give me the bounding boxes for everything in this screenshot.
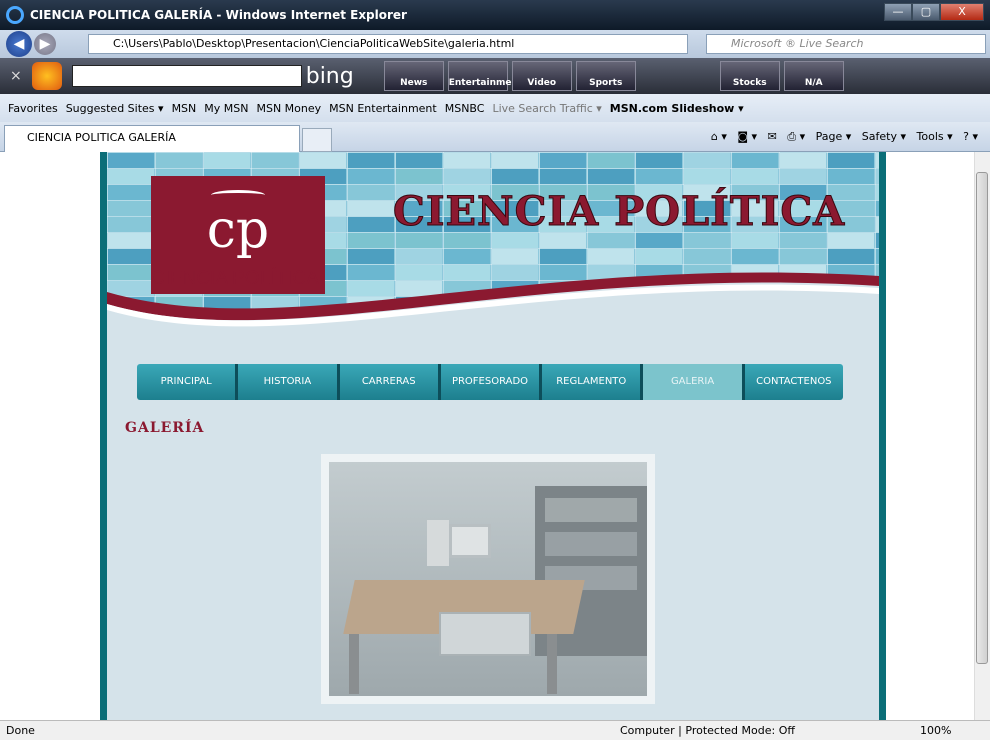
command-bar: ⌂ ▾ ◙ ▾ ✉ ⎙ ▾ Page ▾ Safety ▾ Tools ▾ ? … [711, 130, 978, 144]
zoom-level[interactable]: 100% [920, 721, 951, 740]
toolbar-close-icon[interactable]: × [10, 68, 22, 84]
entertainment-button[interactable]: Entertainment [447, 61, 522, 91]
forward-button[interactable]: ▶ [34, 33, 56, 55]
tools-menu[interactable]: Tools ▾ [917, 130, 953, 143]
bing-search-input[interactable] [71, 65, 302, 87]
security-zone[interactable]: Computer | Protected Mode: Off [620, 721, 795, 740]
tab-bar: CIENCIA POLITICA GALERÍA ⌂ ▾ ◙ ▾ ✉ ⎙ ▾ P… [0, 122, 990, 152]
fav-msn[interactable]: MSN [172, 102, 197, 115]
sports-button[interactable]: Sports [575, 61, 636, 91]
fav-msn-slideshow[interactable]: MSN.com Slideshow ▾ [610, 102, 744, 115]
nav-carreras[interactable]: Carreras [340, 364, 441, 400]
favorites-button[interactable]: Favorites [8, 102, 58, 115]
banner-title: CIENCIA POLÍTICA [392, 188, 846, 236]
scrollbar-thumb[interactable] [976, 172, 988, 664]
status-text: Done [6, 724, 35, 737]
logo-text: CIENCIA POLÍTICA [151, 268, 319, 289]
help-icon[interactable]: ? ▾ [963, 130, 978, 143]
mail-icon[interactable]: ✉ [768, 130, 777, 143]
ie-logo-icon [6, 6, 24, 24]
nav-reglamento[interactable]: Reglamento [542, 364, 644, 400]
gallery-photo-frame [321, 454, 655, 704]
feeds-icon[interactable]: ◙ ▾ [737, 130, 757, 143]
bing-toolbar: × bing News Entertainment Video Sports S… [0, 58, 990, 94]
nav-principal[interactable]: Principal [137, 364, 239, 400]
maximize-button[interactable]: ▢ [912, 3, 940, 21]
window-title: CIENCIA POLITICA GALERÍA - Windows Inter… [30, 8, 407, 22]
back-button[interactable]: ◀ [6, 31, 32, 57]
book-icon [211, 190, 265, 200]
nav-contactenos[interactable]: Contactenos [745, 364, 843, 400]
fav-my-msn[interactable]: My MSN [204, 102, 248, 115]
page-menu[interactable]: Page ▾ [816, 130, 852, 143]
new-tab-button[interactable] [302, 128, 332, 152]
close-button[interactable]: X [940, 3, 984, 21]
gallery-photo[interactable] [329, 462, 647, 696]
minimize-button[interactable]: — [884, 3, 912, 21]
logo-initials: cp [206, 200, 270, 260]
fav-live-search-traffic[interactable]: Live Search Traffic ▾ [492, 102, 601, 115]
nav-historia[interactable]: Historia [238, 364, 340, 400]
fav-msn-entertainment[interactable]: MSN Entertainment [329, 102, 437, 115]
nav-profesorado[interactable]: Profesorado [441, 364, 543, 400]
video-button[interactable]: Video [511, 61, 572, 91]
print-icon[interactable]: ⎙ ▾ [787, 130, 805, 143]
site-banner: cp CIENCIA POLÍTICA CIENCIA POLÍTICA [107, 152, 879, 342]
fav-suggested-sites[interactable]: Suggested Sites ▾ [66, 102, 164, 115]
home-icon[interactable]: ⌂ ▾ [711, 130, 727, 143]
stocks-value: N/A [783, 61, 844, 91]
url-input[interactable]: C:\Users\Pablo\Desktop\Presentacion\Cien… [88, 34, 688, 54]
search-input[interactable]: Microsoft ® Live Search [706, 34, 986, 54]
page-viewport: cp CIENCIA POLÍTICA CIENCIA POLÍTICA Pri… [0, 152, 974, 720]
msn-logo-icon [31, 62, 62, 90]
safety-menu[interactable]: Safety ▾ [862, 130, 906, 143]
section-title: GALERÍA [125, 420, 205, 436]
window-titlebar: CIENCIA POLITICA GALERÍA - Windows Inter… [0, 0, 990, 30]
fav-msn-money[interactable]: MSN Money [256, 102, 321, 115]
tab-galeria[interactable]: CIENCIA POLITICA GALERÍA [4, 125, 300, 152]
fav-msnbc[interactable]: MSNBC [445, 102, 485, 115]
favorites-bar: Favorites Suggested Sites ▾ MSN My MSN M… [0, 94, 990, 122]
site-page: cp CIENCIA POLÍTICA CIENCIA POLÍTICA Pri… [100, 152, 886, 720]
bing-logo[interactable]: bing [306, 64, 354, 89]
status-bar: Done Computer | Protected Mode: Off 100% [0, 720, 990, 740]
site-nav-menu: Principal Historia Carreras Profesorado … [137, 364, 843, 400]
nav-galeria[interactable]: Galeria [643, 364, 745, 400]
address-bar: ◀ ▶ C:\Users\Pablo\Desktop\Presentacion\… [0, 30, 990, 58]
stocks-button[interactable]: Stocks [719, 61, 780, 91]
news-button[interactable]: News [383, 61, 444, 91]
